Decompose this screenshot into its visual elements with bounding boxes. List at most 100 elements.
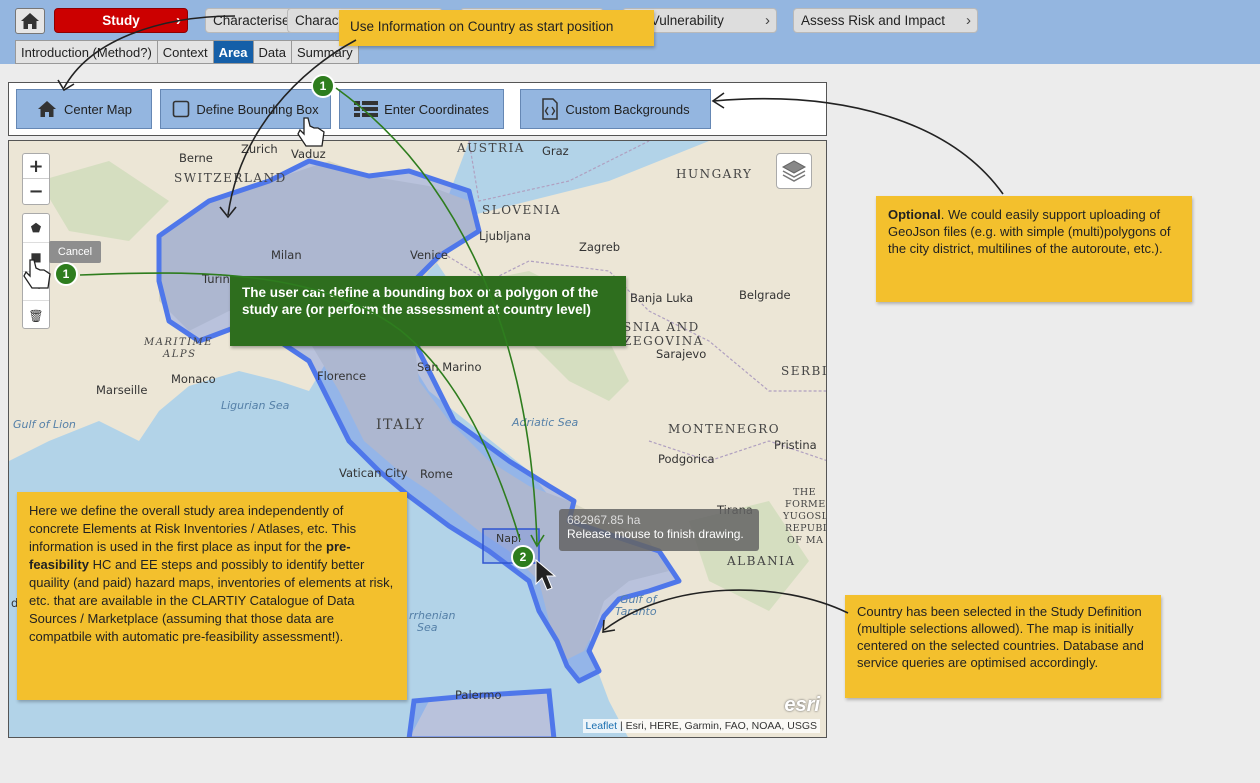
map-label: SERBI [781, 364, 827, 378]
zoom-control: + − [22, 153, 50, 205]
chevron-right-icon: › [966, 12, 971, 29]
map-label: Monaco [171, 372, 216, 386]
tab-introduction[interactable]: Introduction (Method?) [15, 40, 158, 64]
map-label: Ljubljana [479, 229, 531, 243]
map-label: Rome [420, 467, 453, 481]
map-label: ITALY [376, 417, 426, 433]
map-toolbar: Center Map Define Bounding Box Enter Coo… [8, 82, 827, 136]
bounding-box-note: The user can define a bounding box or a … [230, 276, 626, 346]
step-characterise-label: Characterise [213, 13, 290, 28]
map-label: Pristina [774, 438, 817, 452]
custom-backgrounds-label: Custom Backgrounds [565, 101, 690, 117]
tooltip-area-value: 682967.85 ha [567, 513, 641, 527]
map-label: Belgrade [739, 288, 791, 302]
define-bounding-box-button[interactable]: Define Bounding Box [160, 89, 331, 129]
tab-context[interactable]: Context [157, 40, 214, 64]
chevron-right-icon: › [765, 12, 770, 29]
step-assess-risk-label: Assess Risk and Impact [801, 13, 946, 28]
map-label: SNIA AND [623, 320, 700, 334]
step-badge-1: 1 [54, 262, 78, 286]
table-list-icon [354, 101, 379, 117]
study-area-note: Here we define the overall study area in… [17, 492, 407, 700]
map-label: YUGOSLAV [783, 511, 826, 522]
layers-button[interactable] [776, 153, 812, 189]
step-characterise-2-label: Charact [295, 13, 343, 28]
map-label: ALPS [163, 349, 197, 360]
esri-logo: esri [784, 694, 820, 716]
map-label: Gulf of Lion [13, 418, 76, 431]
map-label: Ligurian Sea [221, 399, 290, 412]
enter-coordinates-button[interactable]: Enter Coordinates [339, 89, 504, 129]
layers-icon [781, 160, 807, 182]
map-label: Berne [179, 151, 213, 165]
attribution-text: | Esri, HERE, Garmin, FAO, NOAA, USGS [617, 720, 817, 732]
define-bounding-box-label: Define Bounding Box [196, 101, 319, 117]
map-label: Vatican City [339, 466, 408, 480]
map-label: Vaduz [291, 147, 326, 161]
map-label: OF MA [787, 535, 824, 546]
zoom-in-button[interactable]: + [23, 154, 49, 179]
home-icon [38, 101, 57, 117]
map-label: Adriatic Sea [512, 416, 579, 429]
map-label: Milan [271, 248, 302, 262]
start-position-note: Use Information on Country as start posi… [339, 10, 654, 46]
optional-note-bold: Optional [888, 207, 941, 222]
edit-layers-button[interactable]: ✎ [23, 272, 49, 301]
square-icon [173, 100, 190, 118]
start-position-note-text: Use Information on Country as start posi… [350, 19, 614, 34]
draw-toolbar: ⬟ ■ ✎ 🗑 [22, 213, 50, 329]
map-label: AUSTRIA [457, 141, 525, 155]
map-label: Napl [496, 532, 522, 545]
tab-data[interactable]: Data [253, 40, 292, 64]
map-label: Florence [317, 369, 367, 383]
map-label: San Marino [417, 360, 482, 374]
tab-area[interactable]: Area [213, 40, 254, 64]
map-label: SLOVENIA [482, 203, 562, 217]
map-label: THE [793, 487, 817, 498]
center-map-button[interactable]: Center Map [16, 89, 152, 129]
map-label: Sarajevo [656, 347, 707, 361]
code-file-icon [542, 98, 559, 120]
sub-tabs: Introduction (Method?) Context Area Data… [15, 40, 359, 64]
map-label: Podgorica [658, 452, 715, 466]
map-label: Palermo [455, 688, 502, 702]
map-label: Zagreb [579, 240, 621, 254]
leaflet-link[interactable]: Leaflet [586, 720, 618, 732]
cancel-button[interactable]: Cancel [49, 241, 101, 263]
map-label: Zurich [241, 142, 278, 156]
map-label: HUNGARY [676, 167, 753, 181]
map-label: MARITIME [144, 337, 214, 348]
map-label: FORMER [785, 499, 826, 510]
map-label: REPUBLIC [785, 523, 826, 534]
optional-note: Optional. We could easily support upload… [876, 196, 1192, 302]
draw-polygon-button[interactable]: ⬟ [23, 214, 49, 243]
home-icon [21, 13, 39, 29]
trash-icon: 🗑 [28, 308, 44, 323]
custom-backgrounds-button[interactable]: Custom Backgrounds [520, 89, 711, 129]
step-study[interactable]: Study › [54, 8, 188, 33]
zoom-out-button[interactable]: − [23, 179, 49, 204]
edit-icon: ✎ [30, 279, 42, 293]
square-icon: ■ [30, 250, 42, 264]
step-assess-risk[interactable]: Assess Risk and Impact › [793, 8, 978, 33]
enter-coordinates-label: Enter Coordinates [384, 101, 489, 117]
map-label: SWITZERLAND [174, 171, 287, 185]
map-attribution: Leaflet | Esri, HERE, Garmin, FAO, NOAA,… [582, 719, 820, 733]
bounding-box-note-text: The user can define a bounding box or a … [242, 285, 599, 317]
step-study-label: Study [102, 13, 140, 28]
step-badge-1: 1 [311, 74, 335, 98]
study-area-note-text-1: Here we define the overall study area in… [29, 503, 357, 554]
delete-layers-button[interactable]: 🗑 [23, 301, 49, 330]
map-label: Venice [410, 248, 448, 262]
chevron-right-icon: › [176, 12, 181, 29]
map-label: Taranto [615, 605, 657, 618]
map-label: Sea [417, 621, 438, 634]
home-button[interactable] [15, 8, 45, 34]
map-label: ALBANIA [727, 554, 796, 568]
step-badge-2: 2 [511, 545, 535, 569]
country-selected-note: Country has been selected in the Study D… [845, 595, 1161, 698]
map-label: Marseille [96, 383, 148, 397]
draw-rectangle-button[interactable]: ■ [23, 243, 49, 272]
map-label: Banja Luka [630, 291, 694, 305]
map-label: MONTENEGRO [668, 422, 781, 436]
